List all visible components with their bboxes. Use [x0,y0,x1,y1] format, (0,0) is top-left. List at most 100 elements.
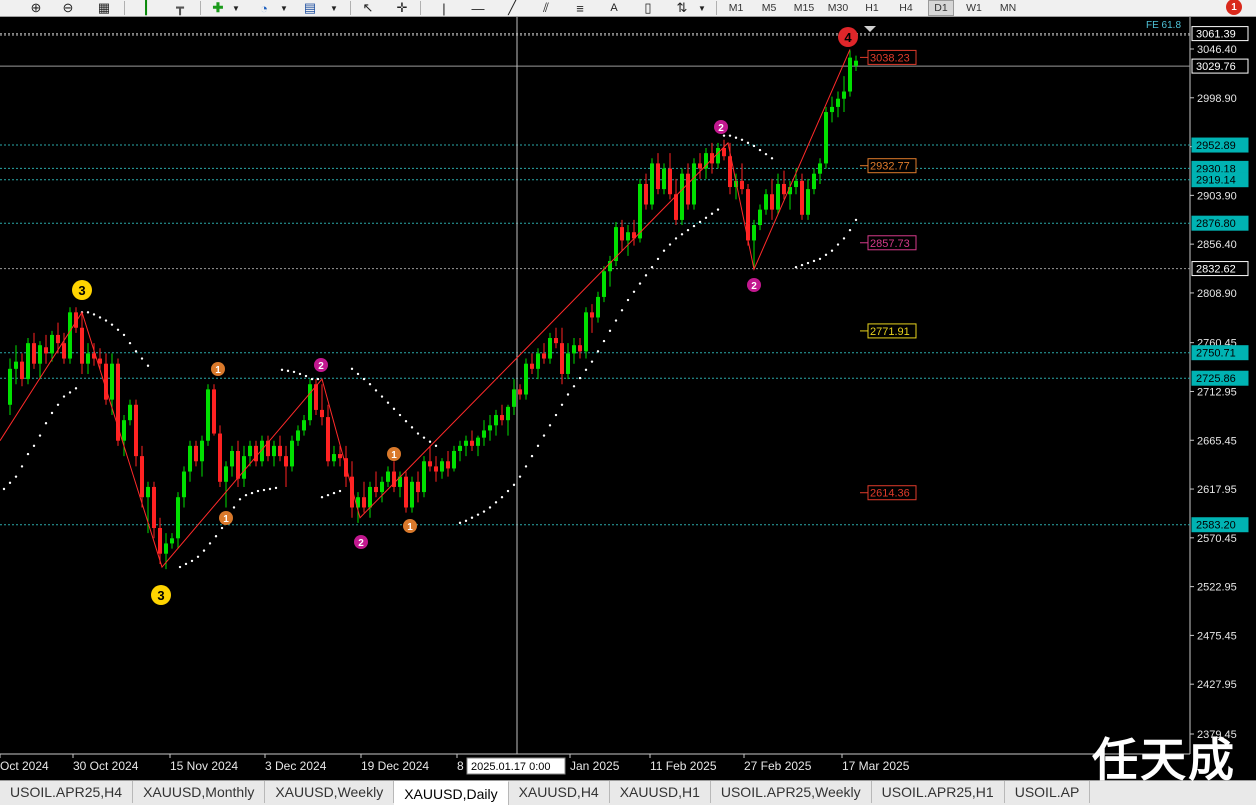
sar-dot [68,391,72,394]
candle-body [854,60,858,66]
sar-dot [86,311,90,314]
chevron-down-icon[interactable]: ▼ [326,1,342,15]
price-axis-label: 2522.95 [1197,582,1237,594]
price-label: 2725.86 [1196,373,1236,385]
tab-usoil-apr25-weekly[interactable]: USOIL.APR25,Weekly [711,781,872,803]
tab-xauusd-monthly[interactable]: XAUUSD,Monthly [133,781,266,803]
candle-body [62,343,66,359]
timeframe-m15[interactable]: M15 [792,1,816,15]
sar-dot [500,496,504,499]
sar-dot [668,243,672,246]
chevron-down-icon[interactable]: ▼ [694,1,710,15]
cursor-icon[interactable]: ↖ [360,0,376,15]
zoom-in-icon[interactable]: ⊕ [28,0,44,15]
candle-body [572,345,576,354]
wave-label: 3 [157,588,164,603]
tab-usoil-apr25-h1[interactable]: USOIL.APR25,H1 [872,781,1005,803]
candle-body [512,389,516,407]
tab-xauusd-weekly[interactable]: XAUUSD,Weekly [265,781,395,803]
sar-dot [638,282,642,285]
price-axis-label: 2998.90 [1197,93,1237,105]
candle-body [842,91,846,99]
candle-body [206,389,210,441]
sar-dot [380,395,384,398]
candle-body [602,271,606,297]
timeframe-m30[interactable]: M30 [826,1,850,15]
text-tool-button[interactable]: A [606,1,622,15]
sar-dot [416,432,420,435]
timeframe-m5[interactable]: M5 [757,1,781,15]
candle-body [80,327,84,364]
candle-body [836,98,840,107]
chart-bars-icon[interactable]: ┃ [138,0,154,15]
candle-body [740,180,744,190]
tile-windows-icon[interactable]: ▦ [96,0,112,15]
zoom-out-icon[interactable]: ⊖ [60,0,76,15]
candle-body [170,538,174,544]
sar-dot [338,489,342,493]
horizontal-line-icon[interactable]: — [470,1,486,16]
arrows-icon[interactable]: ⇅ [674,0,690,15]
candle-body [272,445,276,457]
candle-body [758,209,762,226]
sar-dot [608,329,612,333]
candle-body [698,163,702,169]
vertical-line-icon[interactable]: | [436,1,452,16]
period-clock-icon[interactable]: ◔ [256,1,272,16]
timeframe-m1[interactable]: M1 [724,1,748,15]
candle-body [140,456,144,498]
sar-dot [190,559,194,563]
timeframe-w1[interactable]: W1 [962,1,986,15]
candle-body [722,148,726,157]
candle-body [188,445,192,472]
sar-dot [722,134,726,137]
sar-dot [268,487,272,491]
tab-usoil-apr25-h4[interactable]: USOIL.APR25,H4 [0,781,134,803]
timeframe-mn[interactable]: MN [996,1,1020,15]
sar-dot [56,403,60,406]
chart-shift-icon[interactable]: ┳ [172,0,188,15]
equidistant-channel-icon[interactable]: ⫽ [538,0,554,15]
sar-dot [2,487,6,491]
add-indicator-icon[interactable]: ✚ [210,0,226,15]
sar-dot [458,521,462,525]
timeframe-d1[interactable]: D1 [928,0,954,16]
sar-dot [590,360,594,363]
sar-dot [626,298,630,302]
price-chart[interactable]: 3046.402998.902951.352903.902856.402808.… [0,17,1256,780]
templates-icon[interactable]: ▤ [302,0,318,15]
sar-dot [262,488,266,492]
sar-dot [518,475,522,478]
timeframe-h1[interactable]: H1 [860,1,884,15]
candle-body [770,194,774,210]
candle-body [560,343,564,374]
sar-dot [74,387,78,390]
timeframe-h4[interactable]: H4 [894,1,918,15]
wave-label: 4 [844,30,852,45]
price-label: 2583.20 [1196,520,1236,532]
tab-usoil-ap[interactable]: USOIL.AP [1005,781,1091,803]
candle-body [692,163,696,205]
chevron-down-icon[interactable]: ▼ [276,1,292,15]
price-label: 2919.14 [1196,175,1236,187]
chevron-down-icon[interactable]: ▼ [228,1,244,15]
tab-xauusd-h1[interactable]: XAUUSD,H1 [610,781,711,803]
sar-dot [794,265,798,269]
alert-badge[interactable]: 1 [1226,0,1242,15]
fibonacci-icon[interactable]: ≡ [572,1,588,16]
crosshair-icon[interactable]: ✛ [394,0,410,15]
candle-body [794,180,798,188]
sar-dot [524,465,528,468]
tab-xauusd-daily[interactable]: XAUUSD,Daily [394,781,509,805]
sar-dot [536,444,540,448]
wave-label: 2 [718,123,724,134]
date-axis-label: Jan 2025 [570,759,620,773]
tab-xauusd-h4[interactable]: XAUUSD,H4 [509,781,610,803]
candle-body [530,363,534,369]
trendline-icon[interactable]: ╱ [504,0,520,15]
sar-dot [566,393,570,396]
text-label-icon[interactable]: ▯ [640,0,656,15]
candle-body [680,173,684,220]
candle-body [86,353,90,364]
candle-body [194,445,198,462]
